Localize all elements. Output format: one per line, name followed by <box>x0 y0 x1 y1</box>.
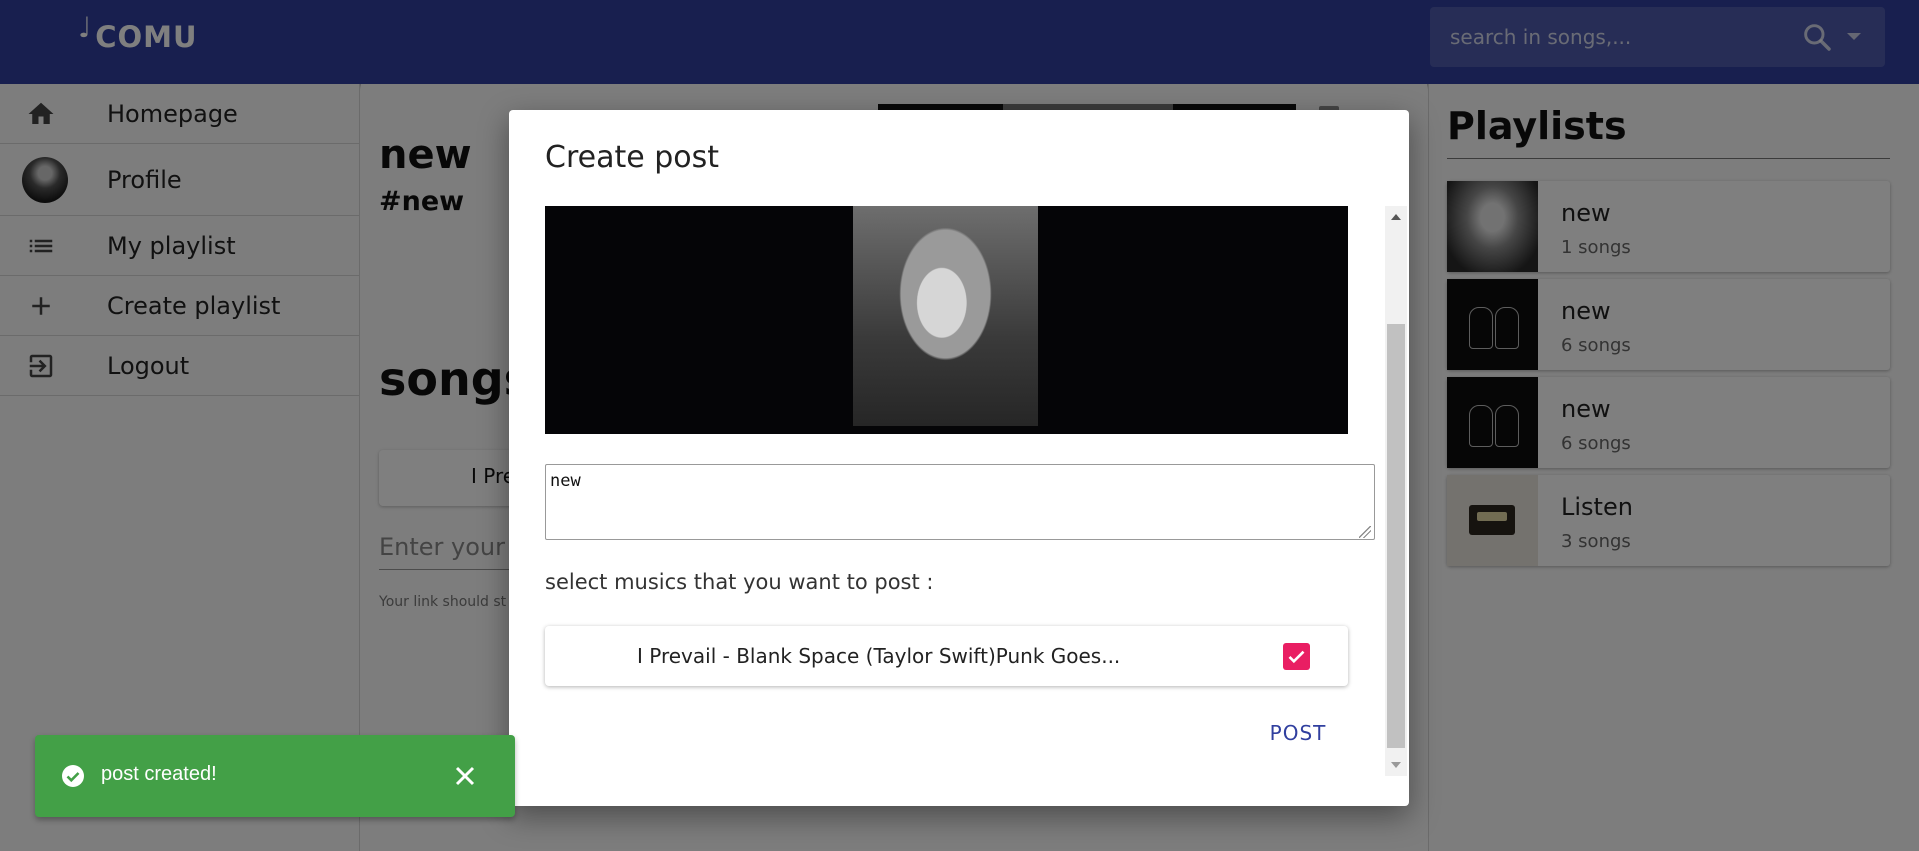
create-post-dialog: Create post select musics that you want … <box>509 110 1409 806</box>
resize-handle[interactable] <box>1359 526 1371 538</box>
post-caption-input[interactable] <box>545 464 1375 540</box>
post-button[interactable]: POST <box>1257 713 1339 753</box>
music-checkbox[interactable] <box>1283 643 1310 670</box>
dialog-title: Create post <box>545 140 720 175</box>
dialog-content: select musics that you want to post : I … <box>545 206 1375 766</box>
post-media-preview <box>545 206 1348 434</box>
scroll-thumb[interactable] <box>1387 324 1405 748</box>
dialog-scrollbar[interactable] <box>1385 206 1407 776</box>
success-toast: post created! <box>35 735 515 817</box>
check-circle-icon <box>62 765 84 787</box>
scroll-up-arrow[interactable] <box>1391 214 1401 220</box>
music-option-label: I Prevail - Blank Space (Taylor Swift)Pu… <box>637 644 1121 668</box>
toast-message: post created! <box>101 763 217 785</box>
scroll-down-arrow[interactable] <box>1391 762 1401 768</box>
music-option[interactable]: I Prevail - Blank Space (Taylor Swift)Pu… <box>545 626 1348 686</box>
check-icon <box>1288 650 1305 664</box>
select-music-label: select musics that you want to post : <box>545 570 934 594</box>
post-image <box>853 206 1038 426</box>
close-icon[interactable] <box>449 760 481 792</box>
